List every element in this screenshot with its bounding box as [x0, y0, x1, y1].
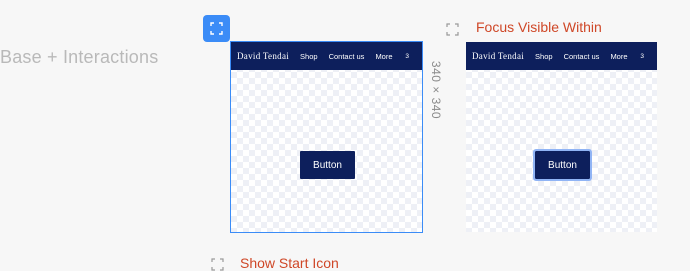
focus-frame-button[interactable]	[203, 15, 230, 42]
nav-link-more[interactable]: More	[375, 52, 392, 61]
variant-label-focus-visible-within: Focus Visible Within	[476, 19, 602, 35]
brand-logo[interactable]: David Tendai	[472, 51, 524, 61]
focus-frame-icon[interactable]	[210, 257, 224, 271]
frame-size-label: 340 × 340	[429, 60, 443, 120]
cart-count[interactable]: 3	[405, 53, 409, 60]
section-title: Base + Interactions	[0, 47, 159, 67]
nav-link-contact[interactable]: Contact us	[329, 52, 365, 61]
focus-frame-icon[interactable]	[445, 22, 459, 36]
variant-label-show-start-icon: Show Start Icon	[240, 255, 339, 271]
navbar: David Tendai Shop Contact us More 3	[231, 42, 422, 70]
nav-link-more[interactable]: More	[610, 52, 627, 61]
brand-logo[interactable]: David Tendai	[237, 51, 289, 61]
nav-link-contact[interactable]: Contact us	[564, 52, 600, 61]
cart-count[interactable]: 3	[640, 53, 644, 60]
primary-button[interactable]: Button	[300, 151, 355, 179]
variant-frame-focus-visible-within[interactable]: David Tendai Shop Contact us More 3 Butt…	[466, 42, 657, 232]
focus-frame-icon	[210, 22, 223, 35]
primary-button-focused[interactable]: Button	[533, 149, 592, 181]
nav-link-shop[interactable]: Shop	[535, 52, 553, 61]
nav-link-shop[interactable]: Shop	[300, 52, 318, 61]
variant-frame-base[interactable]: David Tendai Shop Contact us More 3 Butt…	[230, 41, 423, 233]
navbar: David Tendai Shop Contact us More 3	[466, 42, 657, 70]
